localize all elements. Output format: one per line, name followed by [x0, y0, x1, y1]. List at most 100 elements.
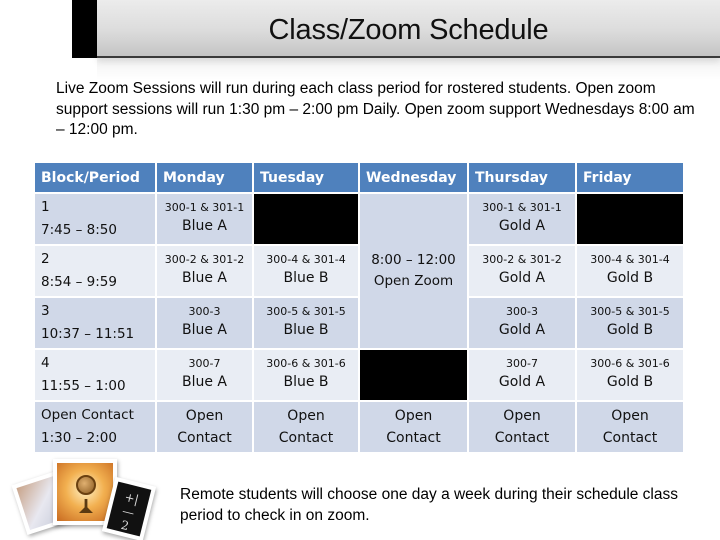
block-cell: Open Contact 1:30 – 2:00 [35, 402, 155, 452]
open-contact-line1: Open [611, 408, 649, 424]
class-code: 300-2 & 301-2 [482, 253, 562, 266]
globe-icon [76, 475, 96, 495]
class-group: Blue A [181, 374, 227, 390]
intro-paragraph: Live Zoom Sessions will run during each … [56, 80, 695, 138]
friday-blocked-cell [577, 194, 683, 244]
tuesday-open-contact: Open Contact [254, 402, 358, 452]
wednesday-open-contact: Open Contact [360, 402, 467, 452]
open-contact-line2: Contact [386, 430, 441, 446]
table-row: 2 8:54 – 9:59 300-2 & 301-2 Blue A 300-4… [35, 246, 683, 296]
block-time: 8:54 – 9:59 [41, 274, 117, 290]
block-number: 1 [41, 199, 50, 215]
block-time: 1:30 – 2:00 [41, 430, 117, 446]
class-code: 300-4 & 301-4 [266, 253, 346, 266]
tuesday-cell: 300-5 & 301-5 Blue B [254, 298, 358, 348]
photo-stack-clipart: +| —2 [8, 455, 158, 540]
tuesday-cell: 300-4 & 301-4 Blue B [254, 246, 358, 296]
tuesday-cell: 300-6 & 301-6 Blue B [254, 350, 358, 400]
class-code: 300-5 & 301-5 [266, 305, 346, 318]
class-group: Blue A [181, 218, 227, 234]
class-group: Gold B [606, 322, 654, 338]
thursday-open-contact: Open Contact [469, 402, 575, 452]
open-contact-line2: Contact [278, 430, 334, 446]
schedule-table: Block/Period Monday Tuesday Wednesday Th… [33, 161, 685, 454]
block-cell: 2 8:54 – 9:59 [35, 246, 155, 296]
open-contact-line1: Open [287, 408, 325, 424]
thursday-cell: 300-1 & 301-1 Gold A [469, 194, 575, 244]
class-group: Blue A [181, 270, 227, 286]
block-number: 2 [41, 251, 50, 267]
class-group: Gold A [498, 270, 546, 286]
friday-cell: 300-4 & 301-4 Gold B [577, 246, 683, 296]
page-title: Class/Zoom Schedule [268, 14, 549, 46]
class-code: 300-5 & 301-5 [590, 305, 670, 318]
class-code: 300-1 & 301-1 [164, 201, 245, 214]
class-group: Blue B [283, 374, 329, 390]
table-row: 4 11:55 – 1:00 300-7 Blue A 300-6 & 301-… [35, 350, 683, 400]
monday-cell: 300-2 & 301-2 Blue A [157, 246, 252, 296]
title-accent-bar [72, 0, 97, 58]
open-contact-line1: Open [503, 408, 541, 424]
class-code: 300-7 [506, 357, 538, 370]
thursday-cell: 300-7 Gold A [469, 350, 575, 400]
open-contact-line2: Contact [602, 430, 658, 446]
class-group: Blue B [283, 270, 329, 286]
thursday-cell: 300-2 & 301-2 Gold A [469, 246, 575, 296]
header-monday: Monday [157, 163, 252, 192]
monday-cell: 300-7 Blue A [157, 350, 252, 400]
header-block-period: Block/Period [35, 163, 155, 192]
title-bar: Class/Zoom Schedule [97, 0, 720, 58]
class-code: 300-4 & 301-4 [590, 253, 670, 266]
open-contact-line2: Contact [177, 430, 232, 446]
open-contact-line1: Open [185, 408, 224, 424]
tuesday-blocked-cell [254, 194, 358, 244]
header-tuesday: Tuesday [254, 163, 358, 192]
monday-open-contact: Open Contact [157, 402, 252, 452]
class-code: 300-3 [506, 305, 538, 318]
friday-cell: 300-5 & 301-5 Gold B [577, 298, 683, 348]
friday-cell: 300-6 & 301-6 Gold B [577, 350, 683, 400]
thursday-cell: 300-3 Gold A [469, 298, 575, 348]
class-code: 300-1 & 301-1 [482, 201, 562, 214]
chalkboard-math: +| —2 [106, 481, 152, 537]
globe-stand [79, 499, 93, 513]
class-code: 300-6 & 301-6 [266, 357, 346, 370]
class-code: 300-3 [188, 305, 221, 318]
wednesday-blocked-cell [360, 350, 467, 400]
friday-open-contact: Open Contact [577, 402, 683, 452]
class-group: Gold A [498, 218, 546, 234]
table-row: 3 10:37 – 11:51 300-3 Blue A 300-5 & 301… [35, 298, 683, 348]
header-thursday: Thursday [469, 163, 575, 192]
block-number: 4 [41, 355, 50, 371]
class-group: Gold A [498, 322, 546, 338]
class-group: Gold A [498, 374, 546, 390]
block-time: 11:55 – 1:00 [41, 378, 126, 394]
header-friday: Friday [577, 163, 683, 192]
open-contact-row: Open Contact 1:30 – 2:00 Open Contact Op… [35, 402, 683, 452]
wednesday-open-zoom-cell: 8:00 – 12:00 Open Zoom [360, 194, 467, 348]
block-label: Open Contact [41, 407, 134, 423]
block-time: 7:45 – 8:50 [41, 222, 117, 238]
open-zoom-time: 8:00 – 12:00 [371, 252, 456, 268]
open-contact-line1: Open [394, 408, 433, 424]
table-row: 1 7:45 – 8:50 300-1 & 301-1 Blue A 8:00 … [35, 194, 683, 348]
class-code: 300-6 & 301-6 [590, 357, 670, 370]
monday-cell: 300-3 Blue A [157, 298, 252, 348]
block-time: 10:37 – 11:51 [41, 326, 135, 342]
block-cell: 4 11:55 – 1:00 [35, 350, 155, 400]
header-wednesday: Wednesday [360, 163, 467, 192]
block-number: 3 [41, 303, 50, 319]
header-row: Block/Period Monday Tuesday Wednesday Th… [35, 163, 683, 192]
open-contact-line2: Contact [494, 430, 550, 446]
class-code: 300-7 [188, 357, 221, 370]
open-zoom-label: Open Zoom [373, 273, 454, 289]
class-code: 300-2 & 301-2 [164, 253, 245, 266]
class-group: Blue A [181, 322, 227, 338]
class-group: Gold B [606, 270, 654, 286]
block-cell: 3 10:37 – 11:51 [35, 298, 155, 348]
monday-cell: 300-1 & 301-1 Blue A [157, 194, 252, 244]
class-group: Blue B [283, 322, 329, 338]
footer-note: Remote students will choose one day a we… [180, 486, 678, 524]
title-shadow [97, 58, 720, 80]
block-cell: 1 7:45 – 8:50 [35, 194, 155, 244]
